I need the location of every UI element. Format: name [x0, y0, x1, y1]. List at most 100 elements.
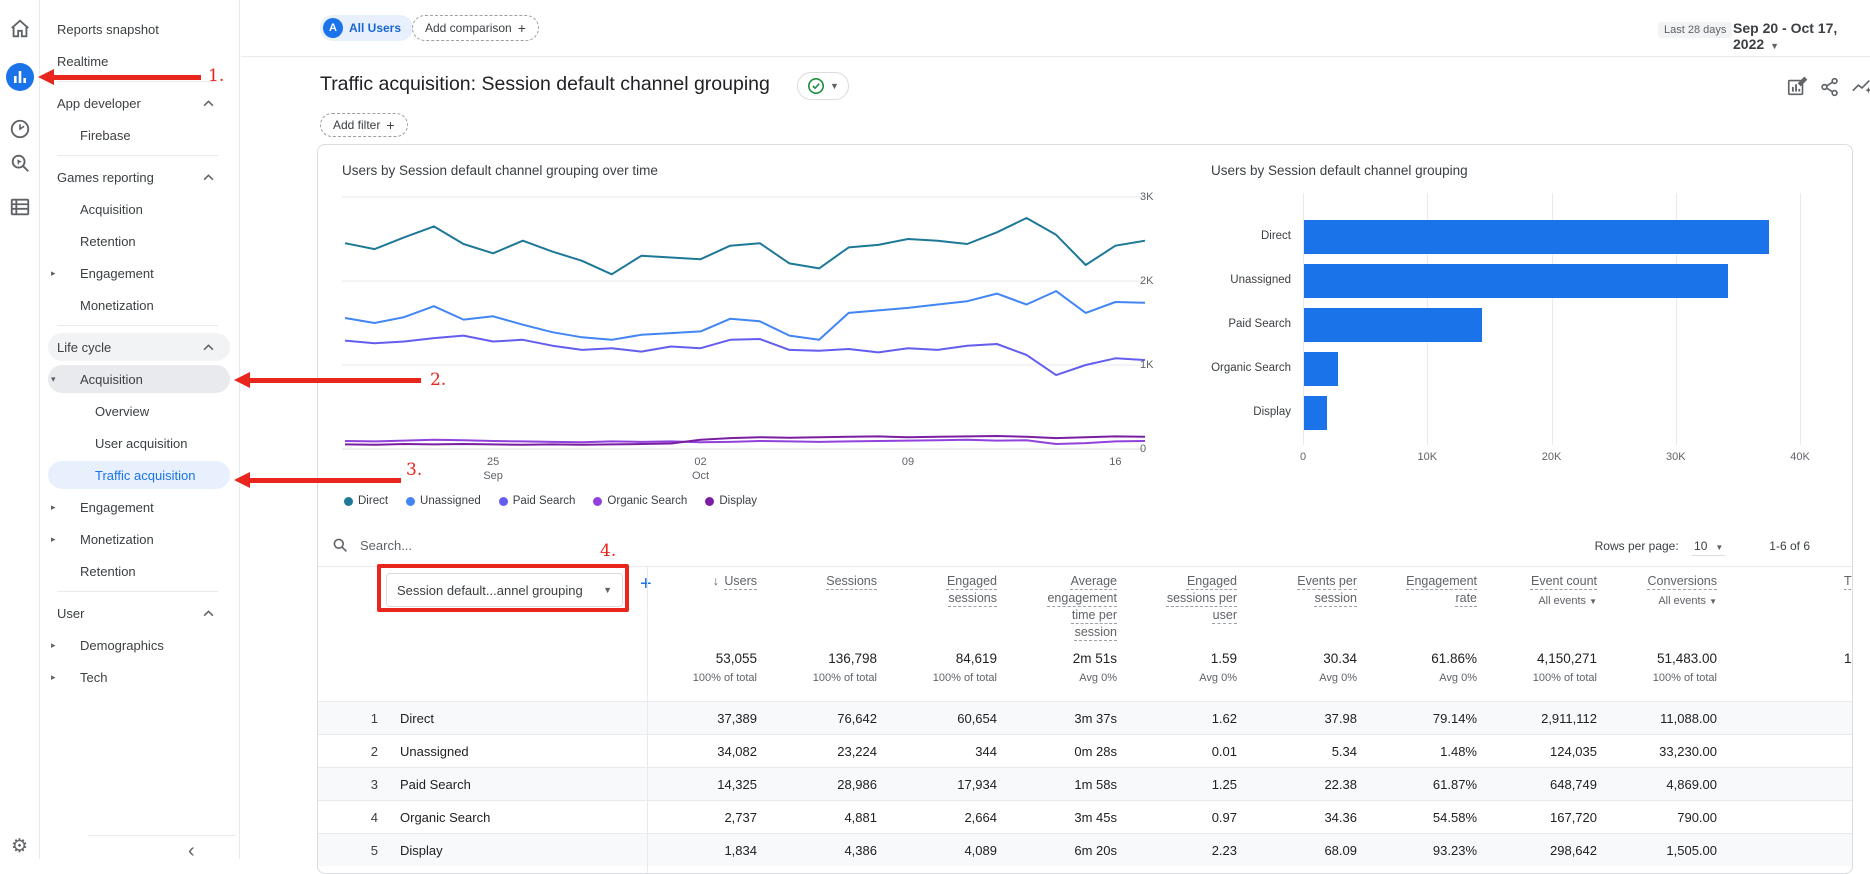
column-header-sessions[interactable]: Sessions: [759, 573, 877, 590]
column-header-label: T: [1844, 574, 1852, 588]
date-range-picker[interactable]: Sep 20 - Oct 17, 2022 ▼: [1733, 20, 1870, 52]
add-comparison-button[interactable]: Add comparison +: [412, 15, 539, 41]
sidebar-item-label: Monetization: [80, 297, 154, 313]
sidebar-item-label: Demographics: [80, 637, 164, 653]
bar-category-label: Paid Search: [1228, 318, 1291, 330]
reports-icon[interactable]: [5, 63, 34, 91]
column-header-event_count[interactable]: Event count All events ▼: [1479, 573, 1597, 610]
sidebar-item-reports-snapshot[interactable]: Reports snapshot: [40, 13, 240, 45]
sidebar-item-tech[interactable]: ▸ Tech: [40, 661, 240, 693]
rows-per-page-select[interactable]: 10 ▼: [1692, 539, 1726, 556]
sidebar-divider: [40, 151, 240, 161]
total-event_count: 4,150,271: [1536, 651, 1597, 666]
add-filter-button[interactable]: Add filter +: [320, 113, 408, 137]
collapse-section-icon[interactable]: [203, 99, 214, 107]
expand-arrow-right-icon[interactable]: ▸: [51, 640, 56, 651]
table-row-display[interactable]: 5 Display 1,834 4,386 4,089 6m 20s 2.23 68.09 93…: [318, 833, 1852, 866]
cell-engaged_sessions_per_user: 0.97: [1211, 810, 1237, 825]
column-header-label: Average engagement time per session: [1047, 574, 1117, 639]
column-header-label: Engaged sessions: [946, 574, 997, 605]
table-row-organic-search[interactable]: 4 Organic Search 2,737 4,881 2,664 3m 45s 0.97…: [318, 800, 1852, 833]
legend-label: Paid Search: [512, 495, 576, 507]
expand-arrow-right-icon[interactable]: ▸: [51, 534, 56, 545]
bar-display: [1304, 396, 1327, 430]
sidebar-item-traffic-acquisition[interactable]: Traffic acquisition: [40, 459, 240, 491]
column-header-users[interactable]: ↓ Users: [639, 573, 757, 590]
legend-item-organic-search: Organic Search: [593, 495, 687, 507]
sidebar-divider: [40, 321, 240, 331]
collapse-sidebar-icon[interactable]: ‹: [188, 840, 195, 863]
search-icon: [333, 538, 347, 552]
column-events-dropdown[interactable]: All events ▼: [1599, 593, 1717, 610]
sidebar-item-label: Retention: [80, 233, 136, 249]
column-header-label: Engaged sessions per user: [1166, 574, 1237, 622]
sidebar-item-acquisition[interactable]: ▾ Acquisition: [40, 363, 240, 395]
home-icon[interactable]: [9, 18, 31, 40]
sidebar-item-demographics[interactable]: ▸ Demographics: [40, 629, 240, 661]
sidebar-item-retention[interactable]: Retention: [40, 555, 240, 587]
line-series-direct: [344, 217, 1146, 276]
explore-icon[interactable]: [9, 118, 31, 140]
report-card: Users by Session default channel groupin…: [317, 144, 1853, 874]
sidebar-item-acquisition[interactable]: Acquisition: [40, 193, 240, 225]
sidebar-item-overview[interactable]: Overview: [40, 395, 240, 427]
annotation-rectangle-4: [377, 564, 629, 612]
sidebar-item-monetization[interactable]: Monetization: [40, 289, 240, 321]
column-header-engaged_sessions[interactable]: Engaged sessions: [879, 573, 997, 607]
bar-x-axis-tick: 40K: [1790, 451, 1810, 463]
data-quality-pill[interactable]: ▼: [797, 72, 849, 100]
column-header-average_engagement_time_per_session[interactable]: Average engagement time per session: [999, 573, 1117, 641]
column-header-events_per_session[interactable]: Events per session: [1239, 573, 1357, 607]
advertising-icon[interactable]: [9, 152, 31, 174]
sidebar-item-firebase[interactable]: Firebase: [40, 119, 240, 151]
expand-arrow-right-icon[interactable]: ▸: [51, 268, 56, 279]
collapse-section-icon[interactable]: [203, 343, 214, 351]
sidebar-item-app-developer[interactable]: App developer: [40, 87, 240, 119]
collapse-section-icon[interactable]: [203, 173, 214, 181]
legend-label: Unassigned: [420, 495, 481, 507]
total-conversions: 51,483.00: [1656, 651, 1717, 666]
cell-average_engagement_time_per_session: 3m 45s: [1074, 810, 1117, 825]
settings-gear-icon[interactable]: ⚙: [11, 835, 28, 858]
sidebar-item-retention[interactable]: Retention: [40, 225, 240, 257]
expand-arrow-down-icon[interactable]: ▾: [51, 374, 56, 385]
search-input[interactable]: Search...: [332, 537, 412, 553]
pagination-status: 1-6 of 6: [1769, 539, 1810, 553]
table-row-unassigned[interactable]: 2 Unassigned 34,082 23,224 344 0m 28s 0.01 5.34…: [318, 734, 1852, 767]
collapse-section-icon[interactable]: [203, 609, 214, 617]
cell-events_per_session: 34.36: [1324, 810, 1357, 825]
all-users-segment-chip[interactable]: A All Users: [320, 15, 414, 41]
rows-per-page: Rows per page: 10 ▼: [1595, 539, 1726, 556]
expand-arrow-right-icon[interactable]: ▸: [51, 502, 56, 513]
column-header-conversions[interactable]: Conversions All events ▼: [1599, 573, 1717, 610]
column-header-total_revenue_clipped[interactable]: T: [1844, 573, 1852, 590]
sidebar-item-life-cycle[interactable]: Life cycle: [40, 331, 240, 363]
sidebar-item-engagement[interactable]: ▸ Engagement: [40, 491, 240, 523]
total-sub-events_per_session: Avg 0%: [1319, 672, 1357, 684]
table-row-direct[interactable]: 1 Direct 37,389 76,642 60,654 3m 37s 1.62 37.98…: [318, 701, 1852, 734]
sidebar-item-user[interactable]: User: [40, 597, 240, 629]
cell-sessions: 28,986: [837, 777, 877, 792]
expand-arrow-right-icon[interactable]: ▸: [51, 672, 56, 683]
sidebar-item-engagement[interactable]: ▸ Engagement: [40, 257, 240, 289]
library-icon[interactable]: [9, 196, 31, 218]
sidebar-item-monetization[interactable]: ▸ Monetization: [40, 523, 240, 555]
annotation-arrow-3: [234, 472, 401, 488]
channel-name: Organic Search: [400, 810, 491, 825]
customize-report-icon[interactable]: [1786, 76, 1808, 98]
insights-icon[interactable]: [1851, 76, 1870, 98]
legend-item-direct: Direct: [344, 495, 388, 507]
column-header-engagement_rate[interactable]: Engagement rate: [1359, 573, 1477, 607]
column-header-engaged_sessions_per_user[interactable]: Engaged sessions per user: [1119, 573, 1237, 624]
column-events-dropdown[interactable]: All events ▼: [1479, 593, 1597, 610]
table-row-paid-search[interactable]: 3 Paid Search 14,325 28,986 17,934 1m 58s 1.25…: [318, 767, 1852, 800]
x-axis-tick: 16: [1109, 456, 1122, 468]
sidebar-item-label: Monetization: [80, 531, 154, 547]
share-icon[interactable]: [1819, 76, 1841, 98]
line-chart: [342, 196, 1146, 450]
line-series-unassigned: [344, 290, 1146, 341]
row-number: 2: [370, 744, 378, 759]
total-engagement_rate: 61.86%: [1431, 651, 1477, 666]
sidebar-item-games-reporting[interactable]: Games reporting: [40, 161, 240, 193]
sidebar-item-user-acquisition[interactable]: User acquisition: [40, 427, 240, 459]
